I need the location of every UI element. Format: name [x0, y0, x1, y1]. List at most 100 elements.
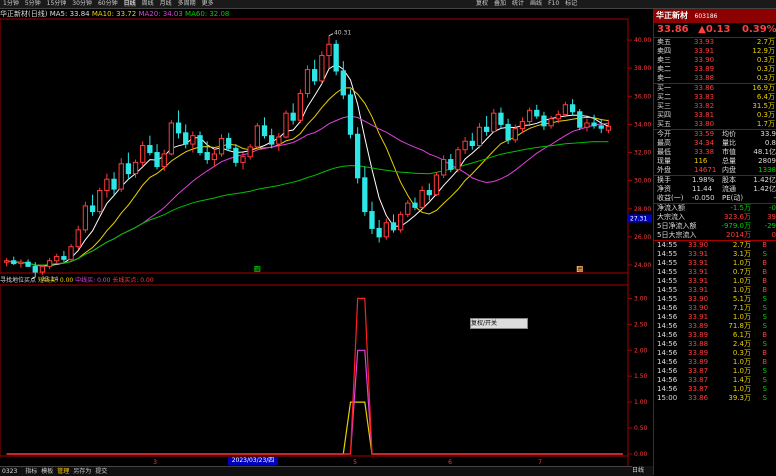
toolbar-item[interactable]: 多周期 [178, 0, 196, 7]
fin-row: 收益(一) -0.050 PE(动) - [654, 194, 776, 203]
bottom-tab[interactable]: 模板 [41, 468, 53, 475]
tick-time: 14:55 [657, 241, 678, 249]
bid-row: 买五 33.80 1.7万 [654, 120, 776, 129]
toolbar-item[interactable]: 日线 [123, 0, 136, 7]
tick-volume: 1.0万 [732, 313, 751, 321]
tick-price: 33.89 [688, 349, 709, 357]
tick-time: 14:56 [657, 313, 678, 321]
bid-price: 33.81 [694, 111, 715, 119]
bottom-tab[interactable]: 另存为 [73, 468, 91, 475]
candle-body [304, 69, 311, 94]
tick-row: 14:56 33.87 1.0万 S [654, 367, 776, 376]
toolbar-item[interactable]: 30分钟 [72, 0, 92, 7]
candle-body [433, 174, 440, 196]
tick-side: S [762, 394, 767, 402]
bottom-tab[interactable]: 管理 [57, 468, 69, 475]
bid-price: 33.83 [694, 93, 715, 101]
candle-body [89, 205, 96, 213]
tick-time: 14:56 [657, 331, 678, 339]
ask-volume: 0.3万 [756, 56, 775, 64]
toolbar-right-item[interactable]: 标记 [565, 0, 577, 7]
restore-popup[interactable]: 复权/开关 [470, 318, 528, 329]
candle-body [512, 128, 518, 141]
y-tick-label: 26.00 [634, 234, 651, 241]
tick-price: 33.90 [688, 304, 709, 312]
stat-value2: 1338 [758, 166, 776, 174]
candle-body [412, 202, 418, 208]
candle-body [333, 43, 339, 72]
tick-price: 33.91 [688, 268, 709, 276]
tick-row: 14:56 33.87 1.0万 S [654, 385, 776, 394]
fin-label: 净资 [657, 185, 671, 193]
flow-value: -1.5万 [730, 204, 751, 212]
tick-price: 33.89 [688, 358, 709, 366]
candle-body [491, 112, 497, 132]
price-label: 27.31 [630, 215, 647, 222]
tick-row: 14:55 33.91 1.0万 B [654, 277, 776, 286]
tick-volume: 71.8万 [728, 322, 751, 330]
candle-body [161, 153, 167, 168]
toolbar-right-item[interactable]: F10 [548, 0, 559, 7]
candle-body [111, 178, 117, 190]
tick-side: S [762, 313, 767, 321]
ask-label: 卖三 [657, 56, 671, 64]
tick-time: 14:55 [657, 277, 678, 285]
stat-label: 最低 [657, 148, 671, 156]
candle-body [448, 159, 454, 170]
bottom-tab[interactable]: 提交 [95, 468, 107, 475]
stat-label: 现量 [657, 157, 671, 165]
tick-price: 33.90 [688, 241, 709, 249]
tick-time: 14:56 [657, 349, 678, 357]
period-label[interactable]: 日线 [632, 466, 653, 475]
candle-body [369, 211, 375, 229]
panel-header: 华正新材 603186 [654, 9, 776, 23]
ask-price: 33.90 [694, 56, 715, 64]
bid-label: 买三 [657, 102, 671, 110]
toolbar-item[interactable]: 5分钟 [25, 0, 41, 7]
ma60-label: MA60: 32.08 [185, 10, 230, 18]
panel-change: ▲0.13 [698, 24, 731, 35]
tick-time: 14:56 [657, 376, 678, 384]
tick-side: B [762, 331, 767, 339]
bottom-tab[interactable]: 指标 [25, 468, 37, 475]
toolbar-right-item[interactable]: 画线 [530, 0, 542, 7]
candle-body [82, 205, 89, 231]
stat-value: 34.34 [694, 139, 715, 147]
bottom-date-left: 0323 [2, 468, 18, 475]
candle-body [326, 43, 332, 57]
tick-volume: 1.4万 [732, 376, 751, 384]
ask-row: 卖二 33.89 0.3万 [654, 65, 776, 74]
bid-volume: 31.5万 [752, 102, 775, 110]
ask-label: 卖四 [657, 47, 671, 55]
tick-side: B [762, 259, 767, 267]
fin-label2: PE(动) [722, 194, 744, 202]
stat-label2: 均价 [722, 130, 736, 138]
candle-body [605, 125, 612, 131]
tick-time: 14:55 [657, 259, 678, 267]
tick-side: S [762, 385, 767, 393]
tick-price: 33.86 [688, 394, 709, 402]
toolbar-right-item[interactable]: 统计 [512, 0, 524, 7]
toolbar-item[interactable]: 15分钟 [47, 0, 67, 7]
candle-body [61, 256, 67, 260]
candle-body [526, 109, 533, 123]
toolbar-item[interactable]: 周线 [142, 0, 154, 7]
flow-label: 净流入额 [657, 204, 685, 212]
toolbar-item[interactable]: 60分钟 [98, 0, 118, 7]
toolbar-item[interactable]: 1分钟 [3, 0, 19, 7]
toolbar-right-item[interactable]: 复权 [476, 0, 488, 7]
tick-row: 14:56 33.88 2.4万 S [654, 340, 776, 349]
toolbar-item[interactable]: 月线 [160, 0, 172, 7]
tick-row: 14:56 33.90 7.1万 S [654, 304, 776, 313]
candle-body [68, 246, 74, 260]
tick-volume: 1.0万 [732, 385, 751, 393]
tick-time: 14:56 [657, 367, 678, 375]
panel-price-row: 33.86 ▲0.13 0.39% [654, 23, 776, 37]
candle-body [440, 159, 447, 176]
toolbar-item[interactable]: 更多 [202, 0, 214, 7]
stat-value: 33.38 [694, 148, 715, 156]
candle-body [175, 122, 182, 134]
toolbar-right-item[interactable]: 叠加 [494, 0, 506, 7]
flow-value2: -0 [769, 204, 776, 212]
candle-body [591, 122, 597, 127]
